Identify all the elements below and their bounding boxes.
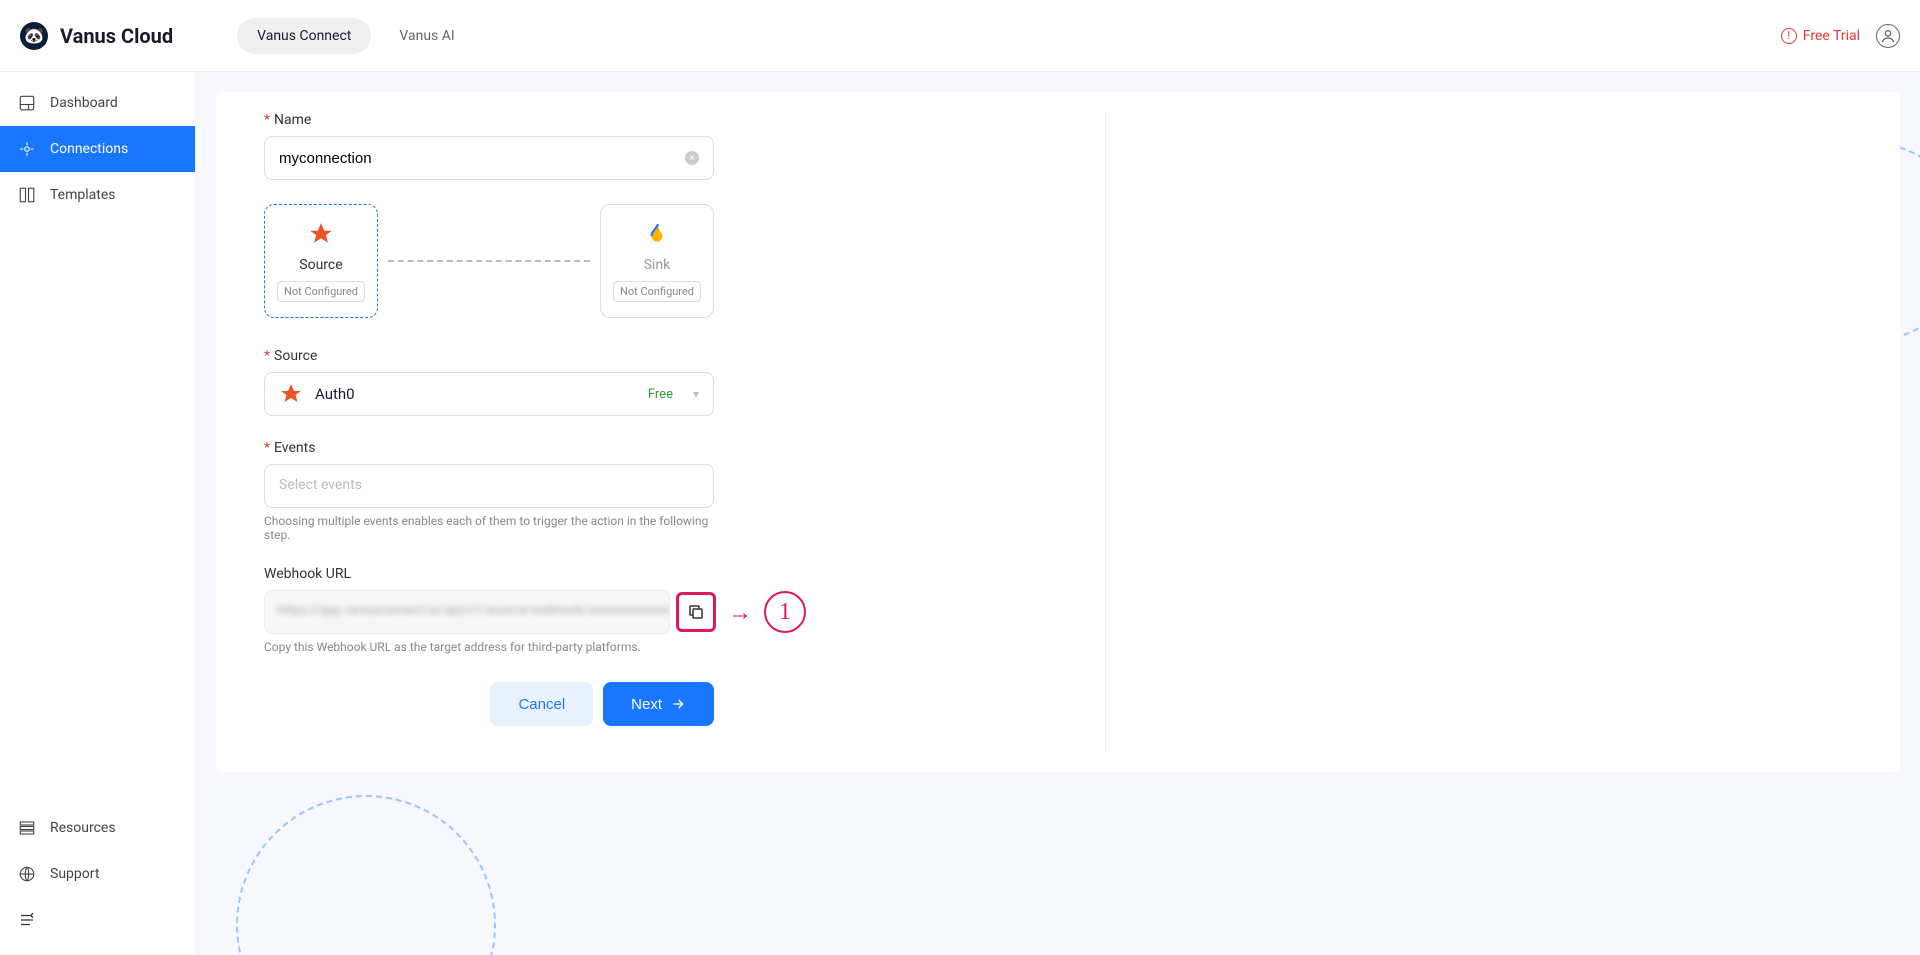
form-card: *Name × Source Not Configured [216,92,1900,772]
name-input[interactable] [279,150,685,167]
required-mark: * [264,440,270,456]
field-events: *Events Select events Choosing multiple … [264,440,714,542]
copy-webhook-button[interactable] [676,592,716,632]
events-input[interactable]: Select events [264,464,714,508]
webhook-helper: Copy this Webhook URL as the target addr… [264,640,1057,654]
sidebar-item-label: Dashboard [50,95,118,111]
connector-line [388,260,590,262]
copy-icon [687,603,705,621]
content-area: *Name × Source Not Configured [196,72,1920,955]
sidebar-collapse-button[interactable] [0,897,195,947]
form-right-panel [1106,112,1900,752]
events-label: Events [274,440,315,456]
user-icon [1880,28,1896,44]
field-source: *Source Auth0 Free ▾ [264,348,714,416]
sink-icon [644,221,670,251]
source-select[interactable]: Auth0 Free ▾ [264,372,714,416]
source-select-badge: Free [648,387,673,402]
clock-icon: ! [1781,28,1797,44]
sink-card-title: Sink [644,257,671,273]
nav-tabs: Vanus Connect Vanus AI [237,18,475,54]
sink-card[interactable]: Sink Not Configured [600,204,714,318]
source-select-name: Auth0 [315,385,636,403]
name-input-wrapper[interactable]: × [264,136,714,180]
sidebar-item-label: Support [50,866,99,882]
templates-icon [18,186,36,204]
free-trial-label: Free Trial [1803,28,1860,44]
source-label: Source [274,348,317,364]
nav-tab-ai[interactable]: Vanus AI [379,18,474,54]
annotation-number: 1 [764,591,806,633]
cancel-label: Cancel [518,696,565,713]
annotation-arrow-icon: → [728,598,752,627]
clear-icon[interactable]: × [685,151,699,165]
dashboard-icon [18,94,36,112]
next-label: Next [631,696,662,713]
sink-card-status: Not Configured [613,281,701,302]
sidebar-item-connections[interactable]: Connections [0,126,195,172]
logo-icon: 🐼 [20,22,48,50]
required-mark: * [264,348,270,364]
source-card[interactable]: Source Not Configured [264,204,378,318]
source-sink-row: Source Not Configured Sink Not Configure… [264,204,714,318]
webhook-url-input: https://app.vanusconnect.io/api/v1/sourc… [264,590,670,634]
chevron-down-icon: ▾ [693,387,699,401]
required-mark: * [264,112,270,128]
resources-icon [18,819,36,837]
sidebar: Dashboard Connections Templates Resou [0,72,196,955]
app-name: Vanus Cloud [60,24,173,48]
sidebar-item-label: Connections [50,141,128,157]
free-trial-badge[interactable]: ! Free Trial [1781,28,1860,44]
next-button[interactable]: Next [603,682,714,726]
sidebar-item-dashboard[interactable]: Dashboard [0,80,195,126]
field-name: *Name × [264,112,714,180]
collapse-icon [18,911,36,929]
cancel-button[interactable]: Cancel [490,682,593,726]
sidebar-item-templates[interactable]: Templates [0,172,195,218]
nav-tab-connect[interactable]: Vanus Connect [237,18,371,54]
sidebar-item-label: Resources [50,820,116,836]
name-label: Name [274,112,311,128]
sidebar-item-label: Templates [50,187,116,203]
arrow-right-icon [670,696,686,712]
source-card-status: Not Configured [277,281,365,302]
decoration-circle [236,795,496,955]
user-avatar[interactable] [1876,24,1900,48]
connections-icon [18,140,36,158]
header: 🐼 Vanus Cloud Vanus Connect Vanus AI ! F… [0,0,1920,72]
webhook-label: Webhook URL [264,566,351,582]
auth0-icon [308,221,334,251]
source-card-title: Source [299,257,342,273]
sidebar-item-support[interactable]: Support [0,851,195,897]
support-icon [18,865,36,883]
auth0-logo-icon [279,382,303,406]
sidebar-item-resources[interactable]: Resources [0,805,195,851]
field-webhook: Webhook URL https://app.vanusconnect.io/… [264,566,1057,654]
logo-area[interactable]: 🐼 Vanus Cloud [20,22,173,50]
events-helper: Choosing multiple events enables each of… [264,514,714,542]
